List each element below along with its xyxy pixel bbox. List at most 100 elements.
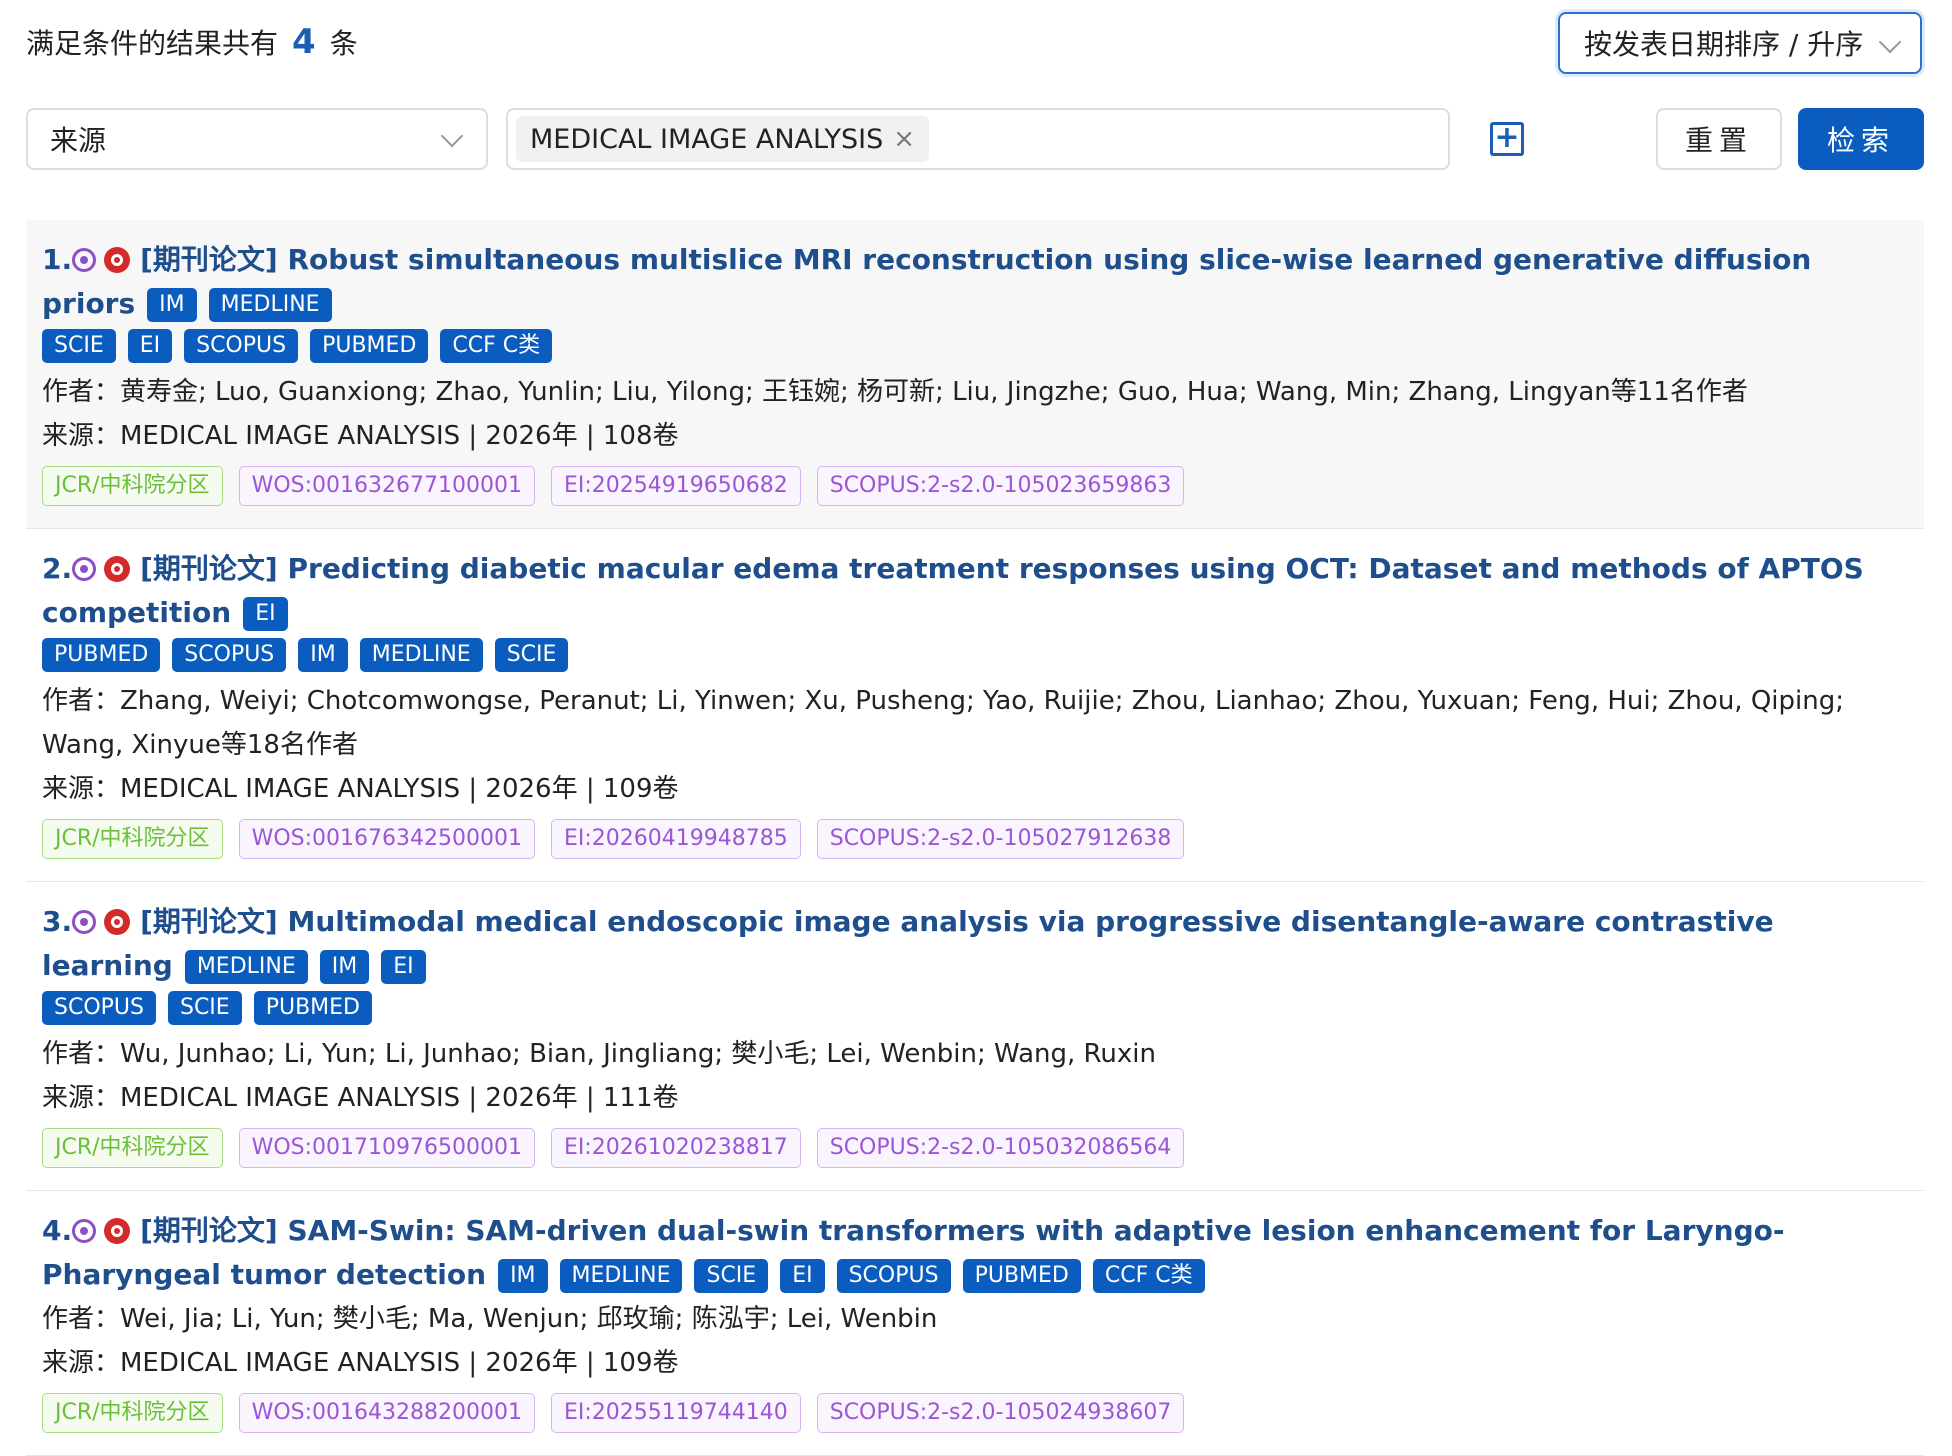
result-identifiers: JCR/中科院分区 WOS:001632677100001 EI:202549196…: [42, 466, 1908, 506]
results-page: 满足条件的结果共有 4 条 按发表日期排序 / 升序 来源 MEDICAL IM…: [0, 0, 1952, 1456]
index-badge: SCOPUS: [836, 1259, 951, 1293]
target-icon: [104, 909, 131, 935]
result-source: 来源：MEDICAL IMAGE ANALYSIS | 2026年 | 108卷: [42, 421, 679, 451]
result-source: 来源：MEDICAL IMAGE ANALYSIS | 2026年 | 111卷: [42, 1083, 679, 1113]
index-badge: CCF C类: [440, 329, 553, 363]
chevron-down-icon: [1878, 30, 1902, 54]
result-identifiers: JCR/中科院分区 WOS:001710976500001 EI:202610202…: [42, 1128, 1908, 1168]
oa-icon: [72, 1219, 97, 1243]
result-title-link[interactable]: Predicting diabetic macular edema treatm…: [42, 552, 1864, 629]
identifier-tag[interactable]: SCOPUS:2-s2.0-105024938607: [816, 1393, 1185, 1433]
badge-row: SCIE EI SCOPUS PUBMED CCF C类: [42, 326, 1908, 370]
result-number: 2.: [42, 552, 73, 585]
reset-button[interactable]: 重置: [1656, 108, 1782, 170]
target-icon: [104, 1218, 131, 1244]
index-badge: PUBMED: [42, 638, 161, 672]
identifier-tag[interactable]: EI:20255119744140: [550, 1393, 801, 1433]
identifier-tag[interactable]: WOS:001710976500001: [238, 1128, 535, 1168]
jcr-tag[interactable]: JCR/中科院分区: [42, 1128, 223, 1168]
identifier-tag[interactable]: SCOPUS:2-s2.0-105027912638: [816, 819, 1185, 859]
index-badge: MEDLINE: [208, 288, 332, 322]
filter-field-select[interactable]: 来源: [26, 108, 488, 170]
identifier-tag[interactable]: WOS:001676342500001: [238, 819, 535, 859]
jcr-tag[interactable]: JCR/中科院分区: [42, 819, 223, 859]
index-badge: SCIE: [167, 991, 242, 1025]
index-badge: MEDLINE: [559, 1259, 683, 1293]
index-badge: EI: [381, 950, 426, 984]
identifier-tag[interactable]: EI:20260419948785: [550, 819, 801, 859]
identifier-tag[interactable]: EI:20254919650682: [550, 466, 801, 506]
index-badge: IM: [319, 950, 370, 984]
oa-icon: [72, 248, 97, 272]
result-identifiers: JCR/中科院分区 WOS:001643288200001 EI:202551197…: [42, 1393, 1908, 1433]
index-badge: EI: [243, 597, 288, 631]
filter-value-tag: MEDICAL IMAGE ANALYSIS ×: [516, 116, 929, 162]
oa-icon: [72, 910, 97, 934]
plus-square-icon: +: [1494, 120, 1520, 155]
result-count: 4: [292, 22, 316, 62]
index-badge: PUBMED: [962, 1259, 1081, 1293]
result-title-line: 1. [期刊论文] Robust simultaneous multislice …: [42, 238, 1908, 326]
summary-suffix: 条: [329, 27, 358, 60]
filter-value-input[interactable]: MEDICAL IMAGE ANALYSIS ×: [506, 108, 1450, 170]
result-authors: 作者：Zhang, Weiyi; Chotcomwongse, Peranut;…: [42, 686, 1844, 760]
result-authors: 作者：黄寿金; Luo, Guanxiong; Zhao, Yunlin; Li…: [42, 377, 1748, 407]
result-item: 1. [期刊论文] Robust simultaneous multislice …: [26, 220, 1924, 529]
result-source: 来源：MEDICAL IMAGE ANALYSIS | 2026年 | 109卷: [42, 1348, 679, 1378]
result-authors: 作者：Wei, Jia; Li, Yun; 樊小毛; Ma, Wenjun; 邱…: [42, 1304, 938, 1334]
index-badge: SCOPUS: [172, 638, 287, 672]
result-type: [期刊论文]: [140, 1214, 278, 1247]
identifier-tag[interactable]: WOS:001643288200001: [238, 1393, 535, 1433]
result-item: 3. [期刊论文] Multimodal medical endoscopic i…: [26, 882, 1924, 1191]
close-icon[interactable]: ×: [893, 124, 915, 154]
add-condition-button[interactable]: +: [1490, 122, 1524, 156]
result-item: 2. [期刊论文] Predicting diabetic macular ede…: [26, 529, 1924, 882]
jcr-tag[interactable]: JCR/中科院分区: [42, 1393, 223, 1433]
index-badge: SCIE: [694, 1259, 769, 1293]
identifier-tag[interactable]: WOS:001632677100001: [238, 466, 535, 506]
oa-icon: [72, 557, 97, 581]
index-badge: CCF C类: [1092, 1259, 1205, 1293]
result-item: 4. [期刊论文] SAM-Swin: SAM-driven dual-swin …: [26, 1191, 1924, 1456]
result-title-line: 4. [期刊论文] SAM-Swin: SAM-driven dual-swin …: [42, 1209, 1908, 1297]
index-badge: PUBMED: [310, 329, 429, 363]
index-badge: SCIE: [494, 638, 569, 672]
filter-field-value: 来源: [50, 124, 107, 157]
index-badge: MEDLINE: [184, 950, 308, 984]
index-badge: SCOPUS: [184, 329, 299, 363]
index-badge: EI: [127, 329, 173, 363]
results-list: 1. [期刊论文] Robust simultaneous multislice …: [26, 220, 1924, 1456]
badge-row: SCOPUS SCIE PUBMED: [42, 988, 1908, 1032]
result-authors: 作者：Wu, Junhao; Li, Yun; Li, Junhao; Bian…: [42, 1039, 1156, 1069]
identifier-tag[interactable]: EI:20261020238817: [550, 1128, 801, 1168]
index-badge: PUBMED: [253, 991, 372, 1025]
jcr-tag[interactable]: JCR/中科院分区: [42, 466, 223, 506]
result-summary: 满足条件的结果共有 4 条: [26, 22, 358, 62]
result-identifiers: JCR/中科院分区 WOS:001676342500001 EI:202604199…: [42, 819, 1908, 859]
identifier-tag[interactable]: SCOPUS:2-s2.0-105032086564: [816, 1128, 1185, 1168]
result-number: 3.: [42, 905, 73, 938]
index-badge: SCIE: [42, 329, 116, 363]
identifier-tag[interactable]: SCOPUS:2-s2.0-105023659863: [816, 466, 1185, 506]
summary-prefix: 满足条件的结果共有: [26, 27, 279, 60]
index-badge: EI: [780, 1259, 825, 1293]
result-number: 1.: [42, 243, 73, 276]
index-badge: IM: [498, 1259, 548, 1293]
badge-row: PUBMED SCOPUS IM MEDLINE SCIE: [42, 635, 1908, 679]
result-type: [期刊论文]: [140, 905, 278, 938]
result-type: [期刊论文]: [140, 552, 278, 585]
target-icon: [104, 556, 131, 582]
result-title-line: 3. [期刊论文] Multimodal medical endoscopic i…: [42, 900, 1908, 988]
index-badge: SCOPUS: [42, 991, 156, 1025]
chevron-down-icon: [440, 124, 464, 148]
search-button[interactable]: 检索: [1798, 108, 1924, 170]
result-number: 4.: [42, 1214, 73, 1247]
result-title-line: 2. [期刊论文] Predicting diabetic macular ede…: [42, 547, 1908, 635]
index-badge: IM: [147, 288, 197, 322]
result-source: 来源：MEDICAL IMAGE ANALYSIS | 2026年 | 109卷: [42, 774, 679, 804]
target-icon: [104, 247, 131, 273]
sort-select[interactable]: 按发表日期排序 / 升序: [1558, 12, 1922, 74]
index-badge: MEDLINE: [359, 638, 483, 672]
index-badge: IM: [298, 638, 348, 672]
sort-value: 按发表日期排序 / 升序: [1584, 28, 1864, 61]
